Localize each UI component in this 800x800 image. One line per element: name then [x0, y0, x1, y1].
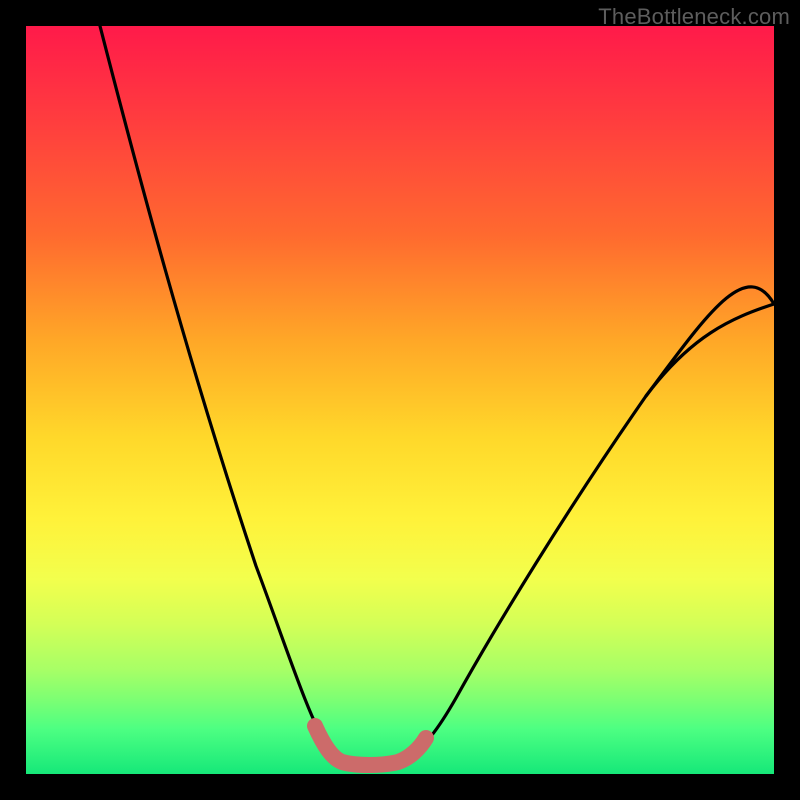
- curve-line: [100, 26, 774, 763]
- curve-line-right-tail: [646, 304, 774, 396]
- chart-frame: TheBottleneck.com: [0, 0, 800, 800]
- curve-highlight: [315, 726, 426, 765]
- chart-plot-area: [26, 26, 774, 774]
- bottleneck-curve: [26, 26, 774, 774]
